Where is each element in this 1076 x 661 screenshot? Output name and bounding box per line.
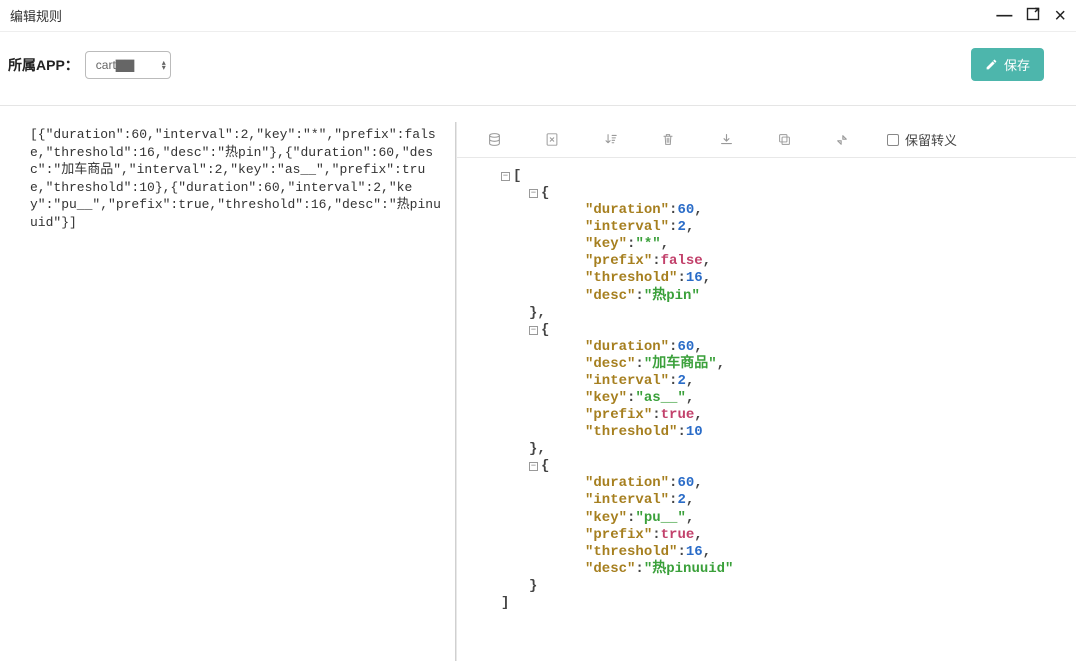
collapse-toggle[interactable]: − — [501, 172, 510, 181]
formatted-json-pane: 保留转义 −[ −{ "duration":60, "interval":2, … — [456, 122, 1076, 661]
json-viewer[interactable]: −[ −{ "duration":60, "interval":2, "key"… — [457, 158, 1076, 661]
save-button[interactable]: 保存 — [971, 48, 1044, 81]
edit-icon — [985, 58, 998, 71]
app-label: 所属APP： — [8, 55, 79, 75]
raw-json-pane: [{"duration":60,"interval":2,"key":"*","… — [12, 122, 456, 661]
trash-icon[interactable] — [661, 133, 675, 147]
collapse-toggle[interactable]: − — [529, 189, 538, 198]
copy-icon[interactable] — [777, 133, 791, 147]
raw-json-text[interactable]: [{"duration":60,"interval":2,"key":"*","… — [30, 126, 445, 231]
window-titlebar: 编辑规则 — × — [0, 0, 1076, 32]
maximize-icon[interactable] — [1026, 7, 1040, 25]
checkbox-icon — [887, 134, 899, 146]
collapse-toggle[interactable]: − — [529, 462, 538, 471]
header-row: 所属APP： cart▇▇ ▴▾ 保存 — [0, 32, 1076, 106]
json-toolbar: 保留转义 — [457, 122, 1076, 158]
download-icon[interactable] — [719, 133, 733, 147]
app-select[interactable]: cart▇▇ ▴▾ — [85, 51, 171, 79]
window-title: 编辑规则 — [10, 6, 62, 25]
file-x-icon[interactable] — [545, 133, 559, 147]
collapse-toggle[interactable]: − — [529, 326, 538, 335]
save-button-label: 保存 — [1004, 55, 1030, 74]
minimize-icon[interactable]: — — [996, 8, 1012, 24]
database-icon[interactable] — [487, 133, 501, 147]
preserve-escape-toggle[interactable]: 保留转义 — [887, 130, 957, 149]
preserve-escape-label: 保留转义 — [905, 130, 957, 149]
collapse-icon[interactable] — [835, 133, 849, 147]
sort-desc-icon[interactable] — [603, 133, 617, 147]
main-split: [{"duration":60,"interval":2,"key":"*","… — [0, 106, 1076, 661]
window-controls: — × — [996, 6, 1066, 26]
close-icon[interactable]: × — [1054, 6, 1066, 26]
app-select-value: cart▇▇ — [96, 58, 134, 72]
select-arrows-icon: ▴▾ — [162, 60, 166, 70]
